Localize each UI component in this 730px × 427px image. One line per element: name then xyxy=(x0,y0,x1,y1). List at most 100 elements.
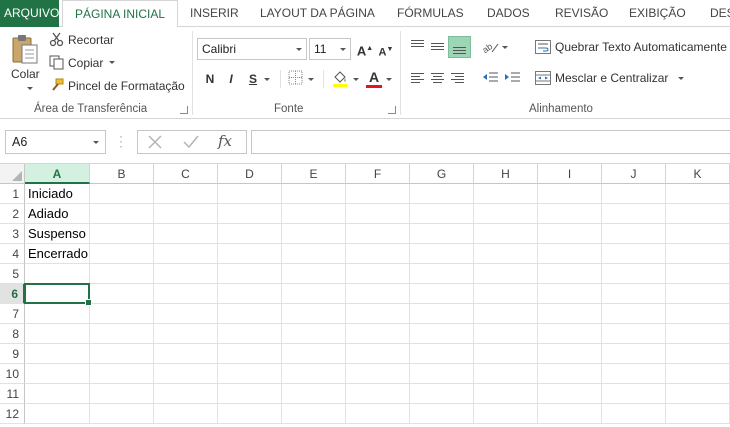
cell-c3[interactable] xyxy=(154,224,218,244)
cell-k10[interactable] xyxy=(666,364,730,384)
row-header-4[interactable]: 4 xyxy=(0,244,25,264)
cell-a4[interactable]: Encerrado xyxy=(25,244,90,264)
italic-button[interactable]: I xyxy=(222,70,240,88)
borders-icon[interactable] xyxy=(288,70,304,86)
column-header-h[interactable]: H xyxy=(474,164,538,184)
cell-e1[interactable] xyxy=(282,184,346,204)
cell-e4[interactable] xyxy=(282,244,346,264)
cell-d10[interactable] xyxy=(218,364,282,384)
cell-c4[interactable] xyxy=(154,244,218,264)
borders-dropdown-icon[interactable] xyxy=(308,78,314,81)
decrease-indent-icon[interactable] xyxy=(481,70,499,86)
font-launcher-icon[interactable] xyxy=(388,106,396,114)
column-header-a[interactable]: A xyxy=(25,164,90,184)
select-all-button[interactable] xyxy=(0,164,25,184)
cell-i8[interactable] xyxy=(538,324,602,344)
cell-d6[interactable] xyxy=(218,284,282,304)
cell-b2[interactable] xyxy=(90,204,154,224)
font-size-combo[interactable]: 11 xyxy=(309,38,351,60)
cell-h7[interactable] xyxy=(474,304,538,324)
cell-k5[interactable] xyxy=(666,264,730,284)
cell-j2[interactable] xyxy=(602,204,666,224)
cell-h12[interactable] xyxy=(474,404,538,424)
column-header-i[interactable]: I xyxy=(538,164,602,184)
column-header-f[interactable]: F xyxy=(346,164,410,184)
cell-f12[interactable] xyxy=(346,404,410,424)
cut-button[interactable]: Recortar xyxy=(49,32,114,47)
cell-i11[interactable] xyxy=(538,384,602,404)
cell-b4[interactable] xyxy=(90,244,154,264)
tab-exibicao[interactable]: EXIBIÇÃO xyxy=(629,0,686,27)
cell-b6[interactable] xyxy=(90,284,154,304)
cell-k12[interactable] xyxy=(666,404,730,424)
merge-dropdown-icon[interactable] xyxy=(678,76,685,80)
cell-j8[interactable] xyxy=(602,324,666,344)
cell-j9[interactable] xyxy=(602,344,666,364)
cell-d1[interactable] xyxy=(218,184,282,204)
cell-h5[interactable] xyxy=(474,264,538,284)
cell-c9[interactable] xyxy=(154,344,218,364)
cell-h9[interactable] xyxy=(474,344,538,364)
cell-e3[interactable] xyxy=(282,224,346,244)
row-header-11[interactable]: 11 xyxy=(0,384,25,404)
cell-h2[interactable] xyxy=(474,204,538,224)
cell-a7[interactable] xyxy=(25,304,90,324)
cell-k2[interactable] xyxy=(666,204,730,224)
cell-e8[interactable] xyxy=(282,324,346,344)
cell-e5[interactable] xyxy=(282,264,346,284)
column-header-c[interactable]: C xyxy=(154,164,218,184)
cell-e9[interactable] xyxy=(282,344,346,364)
cell-k11[interactable] xyxy=(666,384,730,404)
align-left-button[interactable] xyxy=(408,69,428,89)
cell-a5[interactable] xyxy=(25,264,90,284)
cell-h1[interactable] xyxy=(474,184,538,204)
cell-i4[interactable] xyxy=(538,244,602,264)
row-header-7[interactable]: 7 xyxy=(0,304,25,324)
cell-i7[interactable] xyxy=(538,304,602,324)
cell-a9[interactable] xyxy=(25,344,90,364)
cell-c2[interactable] xyxy=(154,204,218,224)
cell-g12[interactable] xyxy=(410,404,474,424)
cell-b5[interactable] xyxy=(90,264,154,284)
cell-h11[interactable] xyxy=(474,384,538,404)
cell-c8[interactable] xyxy=(154,324,218,344)
font-name-combo[interactable]: Calibri xyxy=(197,38,307,60)
clipboard-launcher-icon[interactable] xyxy=(180,106,188,114)
column-header-g[interactable]: G xyxy=(410,164,474,184)
active-cell-cursor[interactable] xyxy=(24,283,92,306)
column-header-e[interactable]: E xyxy=(282,164,346,184)
cell-k6[interactable] xyxy=(666,284,730,304)
cell-b3[interactable] xyxy=(90,224,154,244)
cell-k1[interactable] xyxy=(666,184,730,204)
cell-c7[interactable] xyxy=(154,304,218,324)
cell-a3[interactable]: Suspenso xyxy=(25,224,90,244)
cell-c6[interactable] xyxy=(154,284,218,304)
cell-b10[interactable] xyxy=(90,364,154,384)
cell-a10[interactable] xyxy=(25,364,90,384)
cell-e2[interactable] xyxy=(282,204,346,224)
cell-f11[interactable] xyxy=(346,384,410,404)
copy-dropdown-icon[interactable] xyxy=(109,61,116,64)
cell-c12[interactable] xyxy=(154,404,218,424)
cell-f9[interactable] xyxy=(346,344,410,364)
cell-b9[interactable] xyxy=(90,344,154,364)
cell-k7[interactable] xyxy=(666,304,730,324)
row-header-10[interactable]: 10 xyxy=(0,364,25,384)
column-header-b[interactable]: B xyxy=(90,164,154,184)
cell-g7[interactable] xyxy=(410,304,474,324)
align-center-button[interactable] xyxy=(428,69,448,89)
align-bottom-button[interactable] xyxy=(448,36,471,58)
cell-j1[interactable] xyxy=(602,184,666,204)
cell-d2[interactable] xyxy=(218,204,282,224)
orientation-icon[interactable]: ab xyxy=(482,39,500,55)
cell-j3[interactable] xyxy=(602,224,666,244)
cell-e10[interactable] xyxy=(282,364,346,384)
paste-button[interactable] xyxy=(8,33,42,65)
cell-i10[interactable] xyxy=(538,364,602,384)
cell-a8[interactable] xyxy=(25,324,90,344)
cell-c1[interactable] xyxy=(154,184,218,204)
name-box[interactable]: A6 xyxy=(5,130,106,154)
font-color-button[interactable]: A xyxy=(366,69,382,85)
tab-layout-da-pagina[interactable]: LAYOUT DA PÁGINA xyxy=(260,0,375,27)
cell-e11[interactable] xyxy=(282,384,346,404)
